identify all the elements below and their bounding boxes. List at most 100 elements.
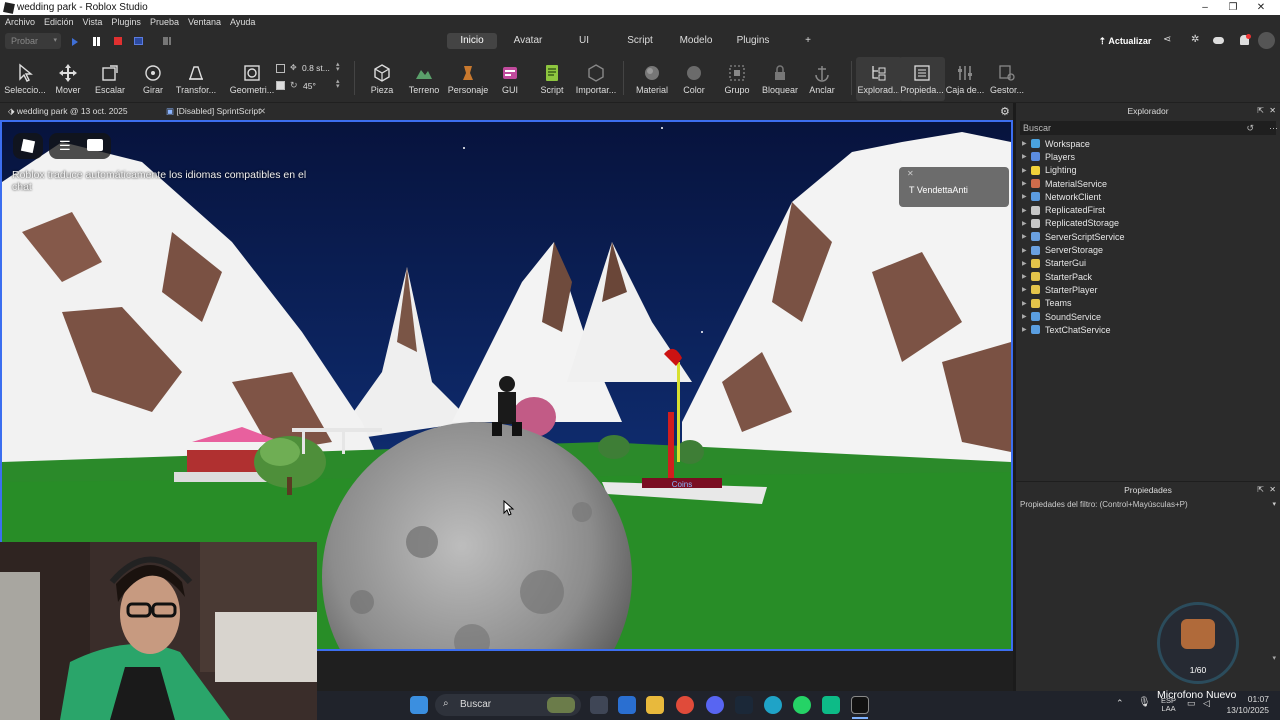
language-indicator[interactable]: ESP LAA	[1161, 697, 1176, 713]
chrome-icon[interactable]	[676, 696, 694, 714]
tab-sprintscript[interactable]: ▣ [Disabled] SprintScript ✕	[166, 104, 268, 119]
properties-toggle[interactable]: Propieda...	[899, 57, 945, 101]
asset-manager-toggle[interactable]: Gestor...	[984, 57, 1030, 101]
character-tool[interactable]: Personaje	[445, 57, 491, 101]
roblox-studio-taskbar-icon[interactable]	[851, 696, 869, 714]
explorer-item-serverstorage[interactable]: ▶ ServerStorage	[1016, 243, 1280, 256]
app-icon[interactable]	[822, 696, 840, 714]
explorer-item-starterpack[interactable]: ▶ StarterPack	[1016, 270, 1280, 283]
minimize-button[interactable]: –	[1190, 0, 1220, 15]
network-icon[interactable]: ▭	[1187, 698, 1196, 709]
tab-inicio[interactable]: Inicio	[447, 33, 497, 49]
explorer-item-textchatservice[interactable]: ▶ TextChatService	[1016, 323, 1280, 336]
store-icon[interactable]	[618, 696, 636, 714]
expand-arrow-icon[interactable]: ▶	[1022, 326, 1031, 333]
geometry-tool[interactable]: Geometri...	[229, 57, 275, 101]
explorer-item-teams[interactable]: ▶ Teams	[1016, 297, 1280, 310]
client-server-icon[interactable]	[134, 37, 143, 45]
microphone-icon[interactable]: 🎙	[1138, 697, 1151, 708]
tab-modelo[interactable]: Modelo	[676, 33, 716, 49]
close-icon[interactable]: ✕	[1269, 482, 1276, 498]
expand-arrow-icon[interactable]: ▶	[1022, 247, 1031, 254]
explorer-item-players[interactable]: ▶ Players	[1016, 150, 1280, 163]
explorer-item-replicatedfirst[interactable]: ▶ ReplicatedFirst	[1016, 203, 1280, 216]
whatsapp-icon[interactable]	[793, 696, 811, 714]
tab-place[interactable]: ⬗ wedding park @ 13 oct. 2025 01:06 ✕	[8, 104, 150, 131]
explorer-item-lighting[interactable]: ▶ Lighting	[1016, 164, 1280, 177]
menu-test[interactable]: Prueba	[150, 17, 179, 27]
snap-rotate-stepper[interactable]: ▴ ▾	[336, 78, 340, 90]
roblox-menu-button[interactable]	[13, 133, 43, 159]
clock[interactable]: 01:07 13/10/2025	[1225, 694, 1269, 716]
menu-file[interactable]: Archivo	[5, 17, 35, 27]
expand-arrow-icon[interactable]: ▶	[1022, 167, 1031, 174]
toolbox-toggle[interactable]: Caja de...	[942, 57, 988, 101]
add-tab-button[interactable]: +	[800, 33, 816, 49]
stop-icon[interactable]	[114, 37, 122, 45]
color-tool[interactable]: Color	[671, 57, 717, 101]
explorer-item-serverscriptservice[interactable]: ▶ ServerScriptService	[1016, 230, 1280, 243]
expand-arrow-icon[interactable]: ▶	[1022, 140, 1031, 147]
expand-arrow-icon[interactable]: ▶	[1022, 300, 1031, 307]
tray-overflow-icon[interactable]: ⌃	[1116, 698, 1124, 709]
import-tool[interactable]: Importar...	[573, 57, 619, 101]
anchor-tool[interactable]: Anclar	[799, 57, 845, 101]
snap-move-value[interactable]: 0.8 st...	[302, 63, 330, 73]
history-icon[interactable]: ↺	[1246, 121, 1254, 135]
explorer-item-replicatedstorage[interactable]: ▶ ReplicatedStorage	[1016, 217, 1280, 230]
avatar[interactable]	[1258, 32, 1275, 49]
expand-arrow-icon[interactable]: ▶	[1022, 233, 1031, 240]
chevron-down-icon[interactable]: ▾	[1272, 654, 1276, 662]
explorer-item-starterplayer[interactable]: ▶ StarterPlayer	[1016, 283, 1280, 296]
rotate-tool[interactable]: Girar	[130, 57, 176, 101]
popout-icon[interactable]: ⇱	[1257, 482, 1264, 498]
snap-move-checkbox[interactable]	[276, 64, 285, 73]
menu-edit[interactable]: Edición	[44, 17, 74, 27]
update-button[interactable]: ⇡ Actualizar	[1094, 33, 1156, 49]
gear-icon[interactable]: ⚙	[1000, 105, 1010, 118]
explorer-item-soundservice[interactable]: ▶ SoundService	[1016, 310, 1280, 323]
move-tool[interactable]: Mover	[45, 57, 91, 101]
explorer-item-networkclient[interactable]: ▶ NetworkClient	[1016, 190, 1280, 203]
chat-icon[interactable]	[87, 139, 103, 151]
pause-icon[interactable]	[93, 37, 96, 46]
gui-tool[interactable]: GUI	[487, 57, 533, 101]
hamburger-menu-icon[interactable]: ☰	[59, 139, 71, 152]
player-entry[interactable]: T VendettaAnti	[909, 185, 968, 195]
properties-filter-input[interactable]: Propiedades del filtro: (Control+Mayúscu…	[1016, 498, 1280, 512]
snap-rotate-checkbox[interactable]	[276, 81, 285, 90]
step-icon[interactable]	[163, 37, 171, 45]
steam-icon[interactable]	[735, 696, 753, 714]
explorer-toggle[interactable]: Explorad...	[856, 57, 902, 101]
volume-icon[interactable]: ◁	[1203, 698, 1210, 709]
terrain-tool[interactable]: Terreno	[401, 57, 447, 101]
share-icon[interactable]: ⋖	[1163, 34, 1175, 46]
expand-arrow-icon[interactable]: ▶	[1022, 286, 1031, 293]
close-window-button[interactable]: ✕	[1246, 0, 1276, 15]
taskbar-search[interactable]: ⌕ Buscar	[435, 694, 581, 716]
explorer-item-workspace[interactable]: ▶ Workspace	[1016, 137, 1280, 150]
edge-icon[interactable]	[764, 696, 782, 714]
menu-help[interactable]: Ayuda	[230, 17, 255, 27]
test-mode-dropdown[interactable]: Probar ▾	[5, 33, 61, 49]
menu-plugins[interactable]: Plugins	[111, 17, 141, 27]
close-icon[interactable]: ✕	[907, 169, 914, 178]
script-tool[interactable]: Script	[529, 57, 575, 101]
expand-arrow-icon[interactable]: ▶	[1022, 273, 1031, 280]
material-tool[interactable]: Material	[629, 57, 675, 101]
discord-icon[interactable]	[706, 696, 724, 714]
chevron-down-icon[interactable]: ▾	[1272, 498, 1276, 512]
expand-arrow-icon[interactable]: ▶	[1022, 193, 1031, 200]
expand-arrow-icon[interactable]: ▶	[1022, 180, 1031, 187]
maximize-button[interactable]: ❐	[1218, 0, 1248, 15]
menu-view[interactable]: Vista	[83, 17, 103, 27]
tab-script[interactable]: Script	[620, 33, 660, 49]
select-tool[interactable]: Seleccio...	[2, 57, 48, 101]
cloud-icon[interactable]	[1213, 37, 1224, 44]
explorer-item-startergui[interactable]: ▶ StarterGui	[1016, 257, 1280, 270]
task-view-icon[interactable]	[590, 696, 608, 714]
expand-arrow-icon[interactable]: ▶	[1022, 260, 1031, 267]
windows-start-icon[interactable]	[410, 696, 428, 714]
file-explorer-icon[interactable]	[646, 696, 664, 714]
transform-tool[interactable]: Transfor...	[173, 57, 219, 101]
